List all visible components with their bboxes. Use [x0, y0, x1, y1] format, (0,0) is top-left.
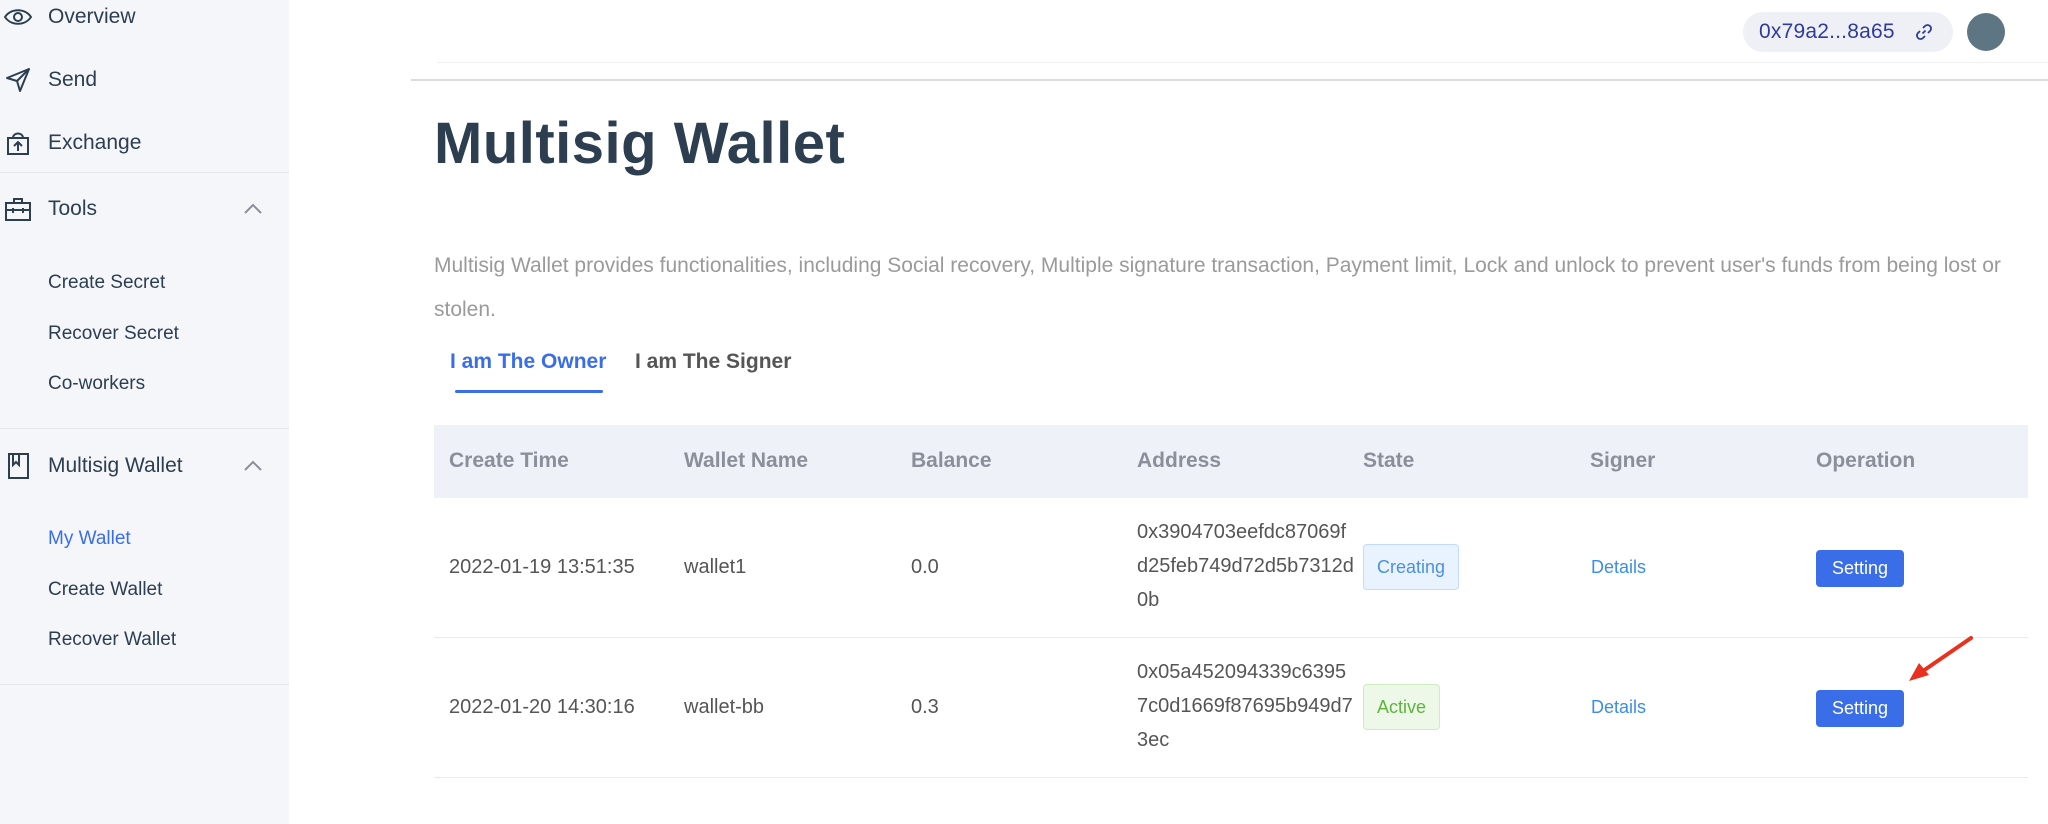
wallet-address: 0x79a2...8a65: [1759, 20, 1895, 43]
setting-button[interactable]: Setting: [1816, 550, 1904, 587]
sidebar-item-co-workers[interactable]: Co-workers: [48, 373, 145, 395]
signer-details-link[interactable]: Details: [1591, 557, 1646, 578]
sidebar-item-label: Send: [48, 68, 98, 91]
sidebar-item-overview[interactable]: Overview: [0, 0, 289, 45]
chevron-up-icon[interactable]: [241, 454, 265, 478]
address-cell: 0x05a452094339c63957c0d1669f87695b949d73…: [1137, 661, 1353, 751]
book-icon: [2, 450, 34, 482]
sidebar-item-tools[interactable]: Tools: [0, 181, 289, 237]
sidebar-item-label: Overview: [48, 5, 136, 28]
sidebar-item-send[interactable]: Send: [0, 52, 289, 108]
column-header-balance: Balance: [911, 449, 992, 472]
create-time-cell: 2022-01-19 13:51:35: [449, 556, 635, 578]
sidebar-item-my-wallet[interactable]: My Wallet: [48, 528, 131, 550]
annotation-arrow-icon: [1909, 636, 1973, 681]
column-header-signer: Signer: [1590, 449, 1656, 472]
sidebar-divider: [0, 684, 289, 685]
table-row: 2022-01-19 13:51:35 wallet1 0.0 0x390470…: [434, 498, 2028, 638]
exchange-icon: [2, 127, 34, 159]
avatar[interactable]: [1967, 13, 2005, 51]
column-header-address: Address: [1137, 449, 1222, 472]
sidebar-divider: [0, 172, 289, 173]
tab-signer[interactable]: I am The Signer: [635, 350, 791, 374]
header-divider: [411, 79, 2048, 81]
page-title: Multisig Wallet: [434, 111, 846, 176]
column-header-create-time: Create Time: [449, 449, 569, 472]
sidebar-item-label: Exchange: [48, 131, 142, 154]
balance-cell: 0.0: [911, 556, 939, 578]
sidebar-item-create-secret[interactable]: Create Secret: [48, 272, 165, 294]
active-tab-indicator: [455, 390, 603, 393]
sidebar-item-create-wallet[interactable]: Create Wallet: [48, 579, 162, 601]
page-description: Multisig Wallet provides functionalities…: [434, 254, 2001, 321]
wallet-address-pill[interactable]: 0x79a2...8a65: [1743, 12, 1953, 52]
table-header: Create Time Wallet Name Balance Address …: [434, 425, 2028, 498]
eye-icon: [2, 1, 34, 33]
setting-button[interactable]: Setting: [1816, 690, 1904, 727]
column-header-wallet-name: Wallet Name: [684, 449, 809, 472]
sidebar-item-label: Tools: [48, 197, 98, 220]
sidebar-divider: [0, 428, 289, 429]
column-header-state: State: [1363, 449, 1415, 472]
wallet-name-cell: wallet1: [684, 556, 747, 578]
toolbox-icon: [2, 193, 34, 225]
sidebar-item-recover-wallet[interactable]: Recover Wallet: [48, 629, 176, 651]
status-badge: Active: [1363, 684, 1441, 730]
tab-owner[interactable]: I am The Owner: [450, 350, 606, 374]
send-icon: [2, 64, 34, 96]
balance-cell: 0.3: [911, 696, 939, 718]
sidebar-item-exchange[interactable]: Exchange: [0, 115, 289, 171]
sidebar-item-label: Multisig Wallet: [48, 454, 183, 477]
sidebar-item-multisig-wallet[interactable]: Multisig Wallet: [0, 438, 289, 494]
link-icon[interactable]: [1915, 23, 1933, 41]
chevron-up-icon[interactable]: [241, 197, 265, 221]
status-badge: Creating: [1363, 544, 1460, 590]
address-cell: 0x3904703eefdc87069fd25feb749d72d5b7312d…: [1137, 521, 1354, 611]
header-divider: [437, 62, 2048, 63]
signer-details-link[interactable]: Details: [1591, 697, 1646, 718]
table-row: 2022-01-20 14:30:16 wallet-bb 0.3 0x05a4…: [434, 638, 2028, 778]
create-time-cell: 2022-01-20 14:30:16: [449, 696, 635, 718]
sidebar: Overview Send Exchange Tools Create Secr…: [0, 0, 289, 824]
sidebar-item-recover-secret[interactable]: Recover Secret: [48, 323, 179, 345]
wallet-name-cell: wallet-bb: [684, 696, 765, 718]
column-header-operation: Operation: [1816, 449, 1916, 472]
